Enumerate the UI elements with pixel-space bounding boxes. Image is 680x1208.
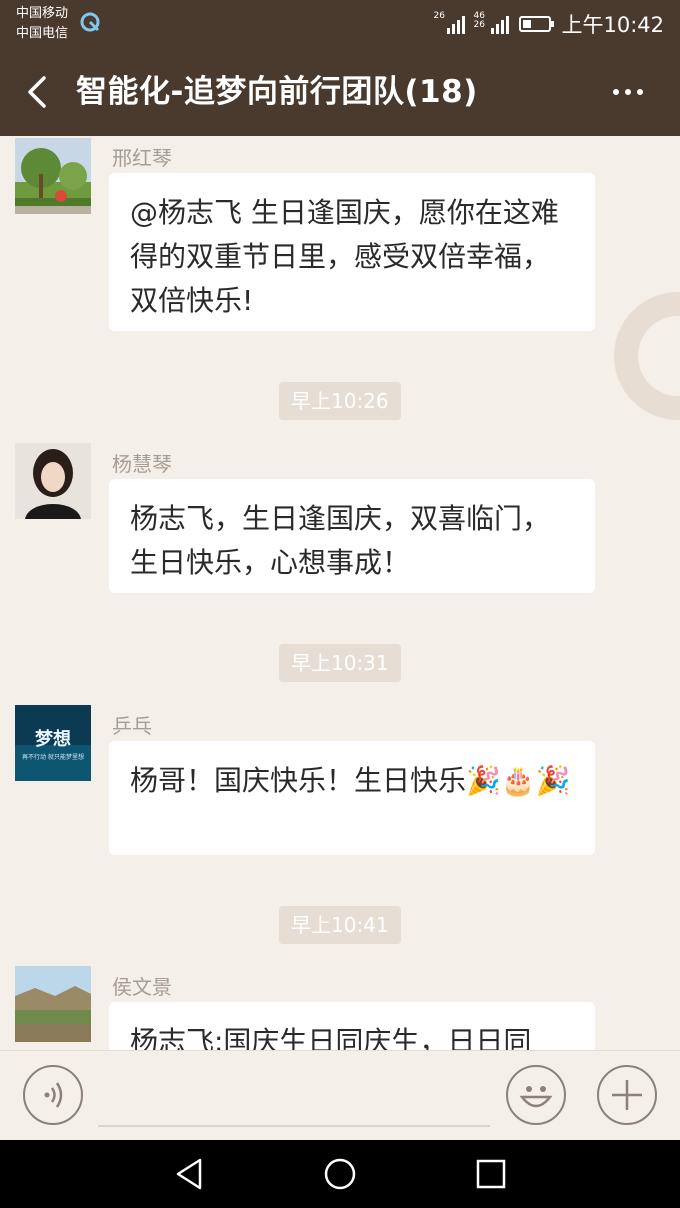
hd-call-icon	[80, 12, 100, 32]
timestamp-badge: 早上10:31	[279, 644, 401, 682]
avatar[interactable]	[15, 443, 91, 519]
avatar-text-big: 梦想	[35, 728, 71, 750]
clock: 上午10:42	[561, 13, 664, 37]
sender-name: 乒乓	[112, 714, 152, 738]
message-bubble[interactable]: @杨志飞 生日逢国庆，愿你在这难得的双重节日里，感受双倍幸福，双倍快乐!	[109, 173, 595, 331]
chat-header: 智能化-追梦向前行团队(18)	[0, 50, 680, 136]
network-type-1: 26	[433, 11, 445, 21]
message-input[interactable]	[98, 1125, 490, 1127]
sender-name: 杨慧琴	[112, 452, 172, 476]
signal-icon-2: 46 26	[473, 12, 510, 34]
chat-title: 智能化-追梦向前行团队(18)	[76, 74, 478, 110]
emoji-icon[interactable]	[506, 1065, 566, 1125]
message-bubble[interactable]: 杨志飞:国庆生日同庆生，日日同	[109, 1002, 595, 1050]
nav-home-icon[interactable]	[320, 1154, 360, 1194]
timestamp-badge: 早上10:26	[279, 382, 401, 420]
battery-icon	[519, 16, 555, 32]
timestamp-badge: 早上10:41	[279, 906, 401, 944]
floating-ring[interactable]	[614, 292, 680, 420]
nav-back-icon[interactable]	[170, 1154, 210, 1194]
status-bar: 中国移动 中国电信 26 46 26 上午10:42	[0, 0, 680, 50]
avatar-text-small: 再不行动 就只能梦里想	[22, 753, 84, 761]
voice-icon[interactable]	[23, 1065, 83, 1125]
nav-recents-icon[interactable]	[471, 1154, 511, 1194]
sender-name: 邢红琴	[112, 146, 172, 170]
signal-icon-1: 26	[433, 12, 466, 34]
carrier-labels: 中国移动 中国电信	[16, 4, 68, 44]
sender-name: 侯文景	[112, 975, 172, 999]
back-arrow-icon[interactable]	[20, 72, 60, 112]
carrier-1: 中国移动	[16, 6, 69, 21]
system-nav-bar	[0, 1140, 680, 1208]
avatar[interactable]	[15, 966, 91, 1042]
message-bubble[interactable]: 杨志飞，生日逢国庆，双喜临门，生日快乐，心想事成！	[109, 479, 595, 593]
avatar[interactable]	[15, 138, 91, 214]
message-bubble[interactable]: 杨哥！国庆快乐！生日快乐🎉🎂🎉	[109, 741, 595, 855]
input-bar	[0, 1050, 680, 1141]
plus-icon[interactable]	[597, 1065, 657, 1125]
avatar[interactable]: 梦想 再不行动 就只能梦里想	[15, 705, 91, 781]
network-type-2: 46 26	[473, 11, 485, 30]
message-list[interactable]: 邢红琴 @杨志飞 生日逢国庆，愿你在这难得的双重节日里，感受双倍幸福，双倍快乐!…	[0, 136, 680, 1050]
carrier-2: 中国电信	[16, 26, 69, 41]
more-dots-icon[interactable]	[606, 76, 650, 108]
